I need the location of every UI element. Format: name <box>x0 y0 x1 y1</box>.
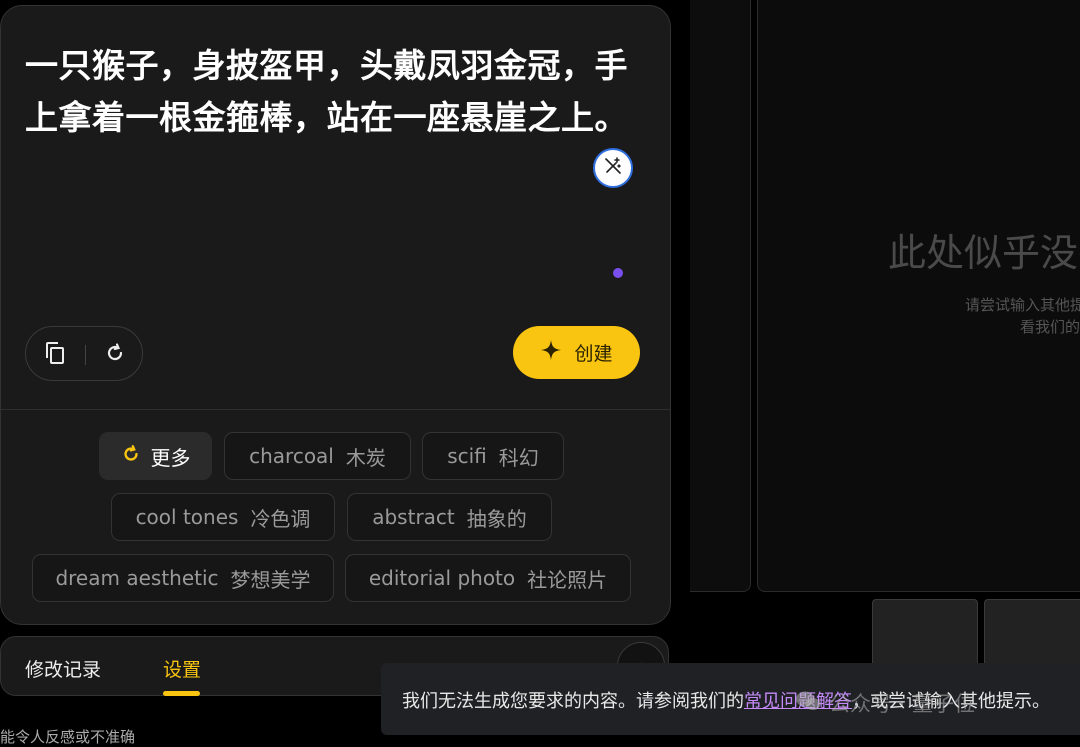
style-chip-abstract[interactable]: abstract 抽象的 <box>347 493 552 541</box>
enhance-prompt-button[interactable] <box>593 148 633 188</box>
empty-state-title: 此处似乎没有 <box>888 231 1080 275</box>
copy-icon <box>44 341 66 369</box>
prompt-tools <box>25 326 143 381</box>
background-panel <box>690 0 751 592</box>
watermark-text: 公众号 · 量子位 <box>829 692 976 716</box>
prompt-text[interactable]: 一只猴子，身披盔甲，头戴凤羽金冠，手上拿着一根金箍棒，站在一座悬崖之上。 <box>25 40 645 144</box>
divider <box>1 409 670 410</box>
tab-history[interactable]: 修改记录 <box>25 655 101 682</box>
style-chip-dream-aesthetic[interactable]: dream aesthetic 梦想美学 <box>32 554 334 602</box>
chip-label-en: dream aesthetic <box>55 566 219 590</box>
chip-label-zh: 科幻 <box>498 445 539 470</box>
disclaimer-text: 能令人反感或不准确 <box>0 728 136 746</box>
tab-settings[interactable]: 设置 <box>163 655 201 682</box>
status-dot <box>613 268 623 278</box>
style-chip-editorial-photo[interactable]: editorial photo 社论照片 <box>345 554 631 602</box>
chip-label-en: cool tones <box>135 505 239 529</box>
divider <box>85 345 86 365</box>
chip-label-zh: 木炭 <box>345 445 386 470</box>
toast-text-before: 我们无法生成您要求的内容。请参阅我们的 <box>402 691 744 712</box>
refresh-icon <box>104 342 126 368</box>
chip-label-en: editorial photo <box>368 566 516 590</box>
style-chip-scifi[interactable]: scifi 科幻 <box>422 432 564 480</box>
watermark: 公众号 · 量子位 <box>795 688 975 718</box>
chip-label-zh: 冷色调 <box>250 506 311 531</box>
chip-label-en: scifi <box>447 444 487 468</box>
refresh-icon <box>121 444 141 469</box>
create-button[interactable]: 创建 <box>513 326 640 379</box>
more-label: 更多 <box>150 445 191 470</box>
style-chip-cool-tones[interactable]: cool tones 冷色调 <box>111 493 335 541</box>
empty-state-line-1: 请尝试输入其他提 <box>965 296 1080 314</box>
wechat-icon <box>795 690 821 717</box>
error-toast: 我们无法生成您要求的内容。请参阅我们的常见问题解答，或尝试输入其他提示。 <box>381 663 1080 735</box>
style-chip-charcoal[interactable]: charcoal 木炭 <box>224 432 411 480</box>
magic-wand-icon <box>603 156 623 180</box>
copy-button[interactable] <box>42 342 68 368</box>
active-tab-indicator <box>163 691 200 696</box>
sparkle-icon <box>540 339 562 366</box>
reset-button[interactable] <box>102 342 128 368</box>
chip-label-zh: 抽象的 <box>466 506 527 531</box>
chip-label-en: charcoal <box>249 444 334 468</box>
more-suggestions-button[interactable]: 更多 <box>99 432 212 480</box>
chip-label-zh: 梦想美学 <box>230 567 311 592</box>
prompt-card: 一只猴子，身披盔甲，头戴凤羽金冠，手上拿着一根金箍棒，站在一座悬崖之上。 创建 <box>0 5 671 625</box>
create-label: 创建 <box>574 343 613 365</box>
chip-label-zh: 社论照片 <box>527 567 608 592</box>
empty-state-line-2: 看我们的 <box>1020 318 1080 336</box>
chip-label-en: abstract <box>372 505 455 529</box>
